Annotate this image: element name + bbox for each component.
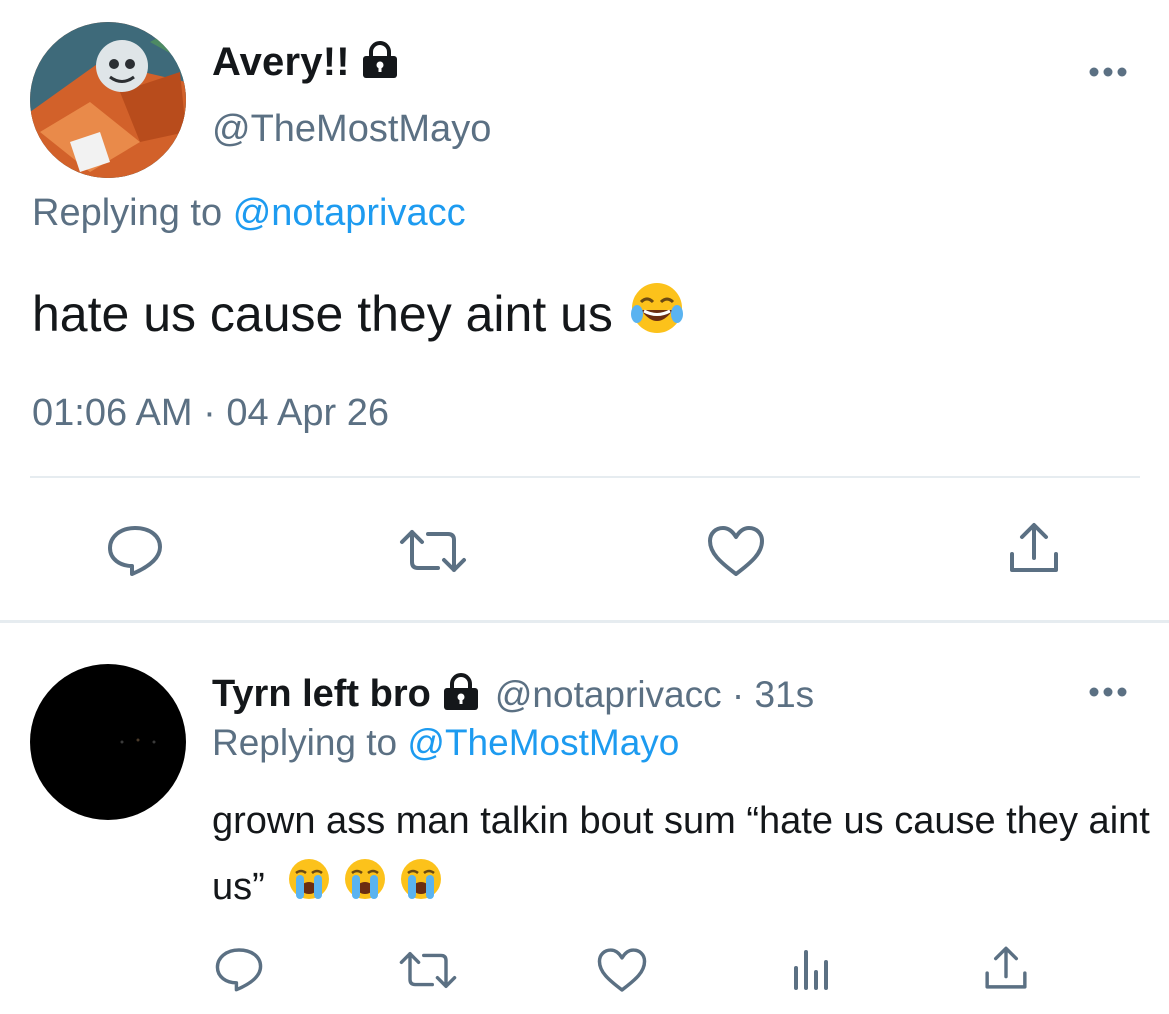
analytics-icon[interactable] [790, 946, 834, 997]
more-options-icon[interactable] [1088, 60, 1128, 89]
reply-author-row[interactable]: Tyrn left bro @notaprivacc · 31s [212, 672, 814, 717]
reply-icon[interactable] [106, 524, 164, 581]
avatar[interactable] [30, 664, 186, 820]
like-icon[interactable] [596, 946, 648, 999]
avatar-illustration [120, 738, 156, 744]
replying-to-mention[interactable]: @TheMostMayo [407, 722, 679, 763]
reply-icon[interactable] [214, 946, 264, 997]
tweet-timestamp[interactable]: 01:06 AM · 04 Apr 26 [32, 392, 389, 435]
retweet-icon[interactable] [398, 528, 468, 579]
lock-icon [441, 672, 481, 717]
emoji-group [275, 856, 443, 922]
replying-to-line: Replying to @notaprivacc [32, 192, 466, 235]
like-icon[interactable] [706, 524, 766, 583]
author-handle[interactable]: @TheMostMayo [212, 108, 491, 151]
loudly-crying-face-icon [399, 856, 443, 922]
retweet-icon[interactable] [398, 950, 458, 995]
display-name: Tyrn left bro [212, 673, 431, 715]
author-name-row[interactable]: Avery!! [212, 40, 400, 85]
divider [30, 476, 1140, 478]
main-tweet: Avery!! @TheMostMayo Replying to @notapr… [0, 0, 1169, 620]
tweet-text: grown ass man talkin bout sum “hate us c… [212, 788, 1152, 922]
replying-to-prefix: Replying to [212, 722, 398, 763]
share-icon[interactable] [982, 944, 1030, 997]
more-options-icon[interactable] [1088, 680, 1128, 709]
loudly-crying-face-icon [287, 856, 331, 922]
loudly-crying-face-icon [343, 856, 387, 922]
tweet-text: hate us cause they aint us [32, 280, 685, 348]
avatar-illustration [30, 22, 186, 178]
replying-to-line: Replying to @TheMostMayo [212, 722, 679, 764]
avatar[interactable] [30, 22, 186, 178]
replying-to-prefix: Replying to [32, 192, 223, 234]
author-handle-time: @notaprivacc · 31s [494, 673, 815, 715]
face-with-tears-of-joy-icon [629, 280, 685, 348]
replying-to-mention[interactable]: @notaprivacc [233, 192, 466, 234]
lock-icon [360, 40, 400, 85]
tweet-separator [0, 620, 1169, 623]
display-name: Avery!! [212, 40, 350, 84]
share-icon[interactable] [1006, 520, 1062, 581]
tweet-text-body: hate us cause they aint us [32, 286, 613, 342]
